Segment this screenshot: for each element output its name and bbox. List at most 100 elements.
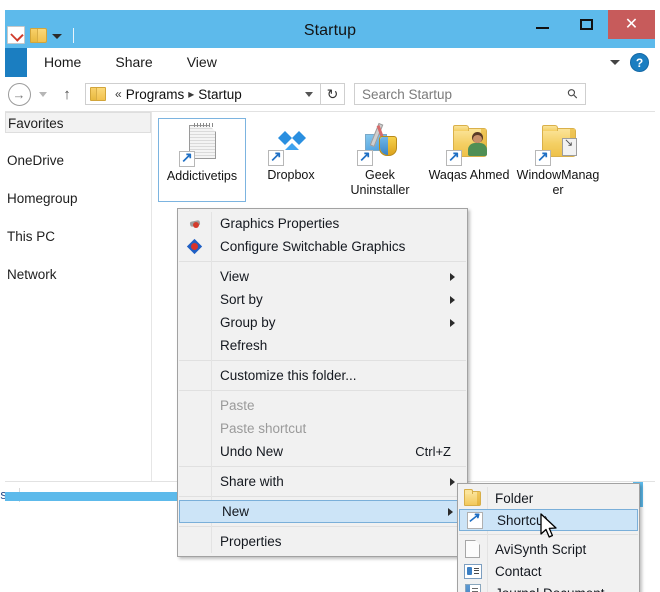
menu-item-paste: Paste xyxy=(178,394,467,417)
menu-item-new[interactable]: New xyxy=(179,500,466,523)
address-bar: → ↑ « Programs ▸ Startup ↻ Search Startu… xyxy=(5,77,655,111)
maximize-button[interactable] xyxy=(564,10,608,39)
submenu-item-avisynth-script[interactable]: AviSynth Script xyxy=(458,538,639,560)
dropbox-shortcut-icon xyxy=(268,122,314,166)
close-icon: ✕ xyxy=(625,17,638,33)
menu-separator xyxy=(179,496,466,497)
breadcrumb[interactable]: « Programs ▸ Startup xyxy=(85,83,321,105)
file-item-dropbox[interactable]: Dropbox xyxy=(247,118,335,202)
sidebar-item-onedrive[interactable]: OneDrive xyxy=(5,150,151,171)
menu-item-undo-new[interactable]: Undo New Ctrl+Z xyxy=(178,440,467,463)
menu-item-refresh[interactable]: Refresh xyxy=(178,334,467,357)
ribbon-tab-strip: Home Share View ? xyxy=(5,48,655,78)
file-label: WindowManager xyxy=(516,168,600,198)
file-label: Dropbox xyxy=(249,168,333,183)
help-icon[interactable]: ? xyxy=(630,53,649,72)
spacer xyxy=(5,247,151,264)
up-arrow-icon: ↑ xyxy=(63,86,71,103)
menu-item-label: Group by xyxy=(211,315,276,330)
user-folder-shortcut-icon xyxy=(446,122,492,166)
menu-item-sort-by[interactable]: Sort by xyxy=(178,288,467,311)
sidebar-item-network[interactable]: Network xyxy=(5,264,151,285)
menu-item-group-by[interactable]: Group by xyxy=(178,311,467,334)
shortcut-overlay-icon xyxy=(179,151,195,167)
submenu-arrow-icon xyxy=(450,478,455,486)
taskbar-strip xyxy=(5,492,183,501)
shortcut-overlay-icon xyxy=(446,150,462,166)
submenu-item-contact[interactable]: Contact xyxy=(458,560,639,582)
tab-share[interactable]: Share xyxy=(98,48,169,77)
menu-item-properties[interactable]: Properties xyxy=(178,530,467,553)
search-box[interactable]: Search Startup ⚲ xyxy=(354,83,586,105)
tab-view[interactable]: View xyxy=(170,48,234,77)
file-item-geek-uninstaller[interactable]: Geek Uninstaller xyxy=(336,118,424,202)
menu-item-label: Configure Switchable Graphics xyxy=(211,239,405,254)
menu-separator xyxy=(179,390,466,391)
menu-item-shortcut-key: Ctrl+Z xyxy=(415,444,467,459)
title-bar: Startup ✕ xyxy=(5,10,655,48)
close-button[interactable]: ✕ xyxy=(608,10,655,39)
submenu-item-shortcut[interactable]: Shortcut xyxy=(459,509,638,531)
menu-item-graphics-properties[interactable]: Graphics Properties xyxy=(178,212,467,235)
file-item-addictivetips[interactable]: Addictivetips xyxy=(158,118,246,202)
refresh-button[interactable]: ↻ xyxy=(321,83,345,105)
window-icon xyxy=(562,138,577,156)
minimize-button[interactable] xyxy=(520,10,564,39)
shortcut-overlay-icon xyxy=(268,150,284,166)
menu-item-customize-this-folder[interactable]: Customize this folder... xyxy=(178,364,467,387)
submenu-arrow-icon xyxy=(448,508,453,516)
submenu-item-label: Folder xyxy=(487,491,533,506)
breadcrumb-overflow[interactable]: « xyxy=(115,87,122,101)
menu-item-label: Undo New xyxy=(211,444,283,459)
menu-item-configure-switchable-graphics[interactable]: Configure Switchable Graphics xyxy=(178,235,467,258)
menu-separator xyxy=(179,526,466,527)
forward-button[interactable] xyxy=(31,82,55,106)
up-button[interactable]: ↑ xyxy=(55,82,79,106)
sidebar-item-this-pc[interactable]: This PC xyxy=(5,226,151,247)
search-icon: ⚲ xyxy=(564,85,582,103)
graphics-properties-icon xyxy=(178,217,211,231)
sidebar-item-favorites[interactable]: Favorites xyxy=(5,112,151,133)
shortcut-overlay-icon xyxy=(535,150,551,166)
menu-separator xyxy=(179,261,466,262)
switchable-graphics-icon xyxy=(178,239,211,254)
submenu-item-label: Contact xyxy=(487,564,542,579)
menu-item-label: Paste shortcut xyxy=(211,421,306,436)
sidebar-item-homegroup[interactable]: Homegroup xyxy=(5,188,151,209)
menu-item-share-with[interactable]: Share with xyxy=(178,470,467,493)
submenu-item-folder[interactable]: Folder xyxy=(458,487,639,509)
tab-file[interactable] xyxy=(5,48,27,77)
file-label: Addictivetips xyxy=(160,169,244,184)
breadcrumb-part-startup[interactable]: Startup xyxy=(198,87,242,102)
menu-item-label: View xyxy=(211,269,249,284)
file-item-waqas-ahmed[interactable]: Waqas Ahmed xyxy=(425,118,513,202)
submenu-arrow-icon xyxy=(450,273,455,281)
menu-item-label: Refresh xyxy=(211,338,267,353)
screen: Startup ✕ Home Share View xyxy=(0,0,660,592)
submenu-item-label: Journal Document xyxy=(487,586,605,592)
breadcrumb-part-programs[interactable]: Programs xyxy=(126,87,185,102)
submenu-item-journal-document[interactable]: Journal Document xyxy=(458,582,639,592)
contact-icon xyxy=(458,564,487,579)
submenu-arrow-icon xyxy=(450,319,455,327)
menu-item-view[interactable]: View xyxy=(178,265,467,288)
tab-home[interactable]: Home xyxy=(27,48,98,77)
breadcrumb-separator: ▸ xyxy=(188,87,194,101)
windowmanager-shortcut-icon xyxy=(535,122,581,166)
spacer xyxy=(5,209,151,226)
back-button[interactable]: → xyxy=(7,82,31,106)
chevron-down-icon[interactable] xyxy=(610,60,620,65)
search-input[interactable]: Search Startup xyxy=(355,87,452,102)
submenu-arrow-icon xyxy=(450,296,455,304)
file-item-windowmanager[interactable]: WindowManager xyxy=(514,118,602,202)
menu-item-label: New xyxy=(213,504,249,519)
journal-icon xyxy=(458,584,487,592)
menu-separator xyxy=(179,466,466,467)
menu-separator xyxy=(459,534,638,535)
file-label: Geek Uninstaller xyxy=(338,168,422,198)
page-icon xyxy=(458,540,487,558)
minimize-icon xyxy=(536,27,549,29)
refresh-icon: ↻ xyxy=(327,86,339,103)
chevron-down-icon[interactable] xyxy=(305,92,313,97)
menu-separator xyxy=(179,360,466,361)
